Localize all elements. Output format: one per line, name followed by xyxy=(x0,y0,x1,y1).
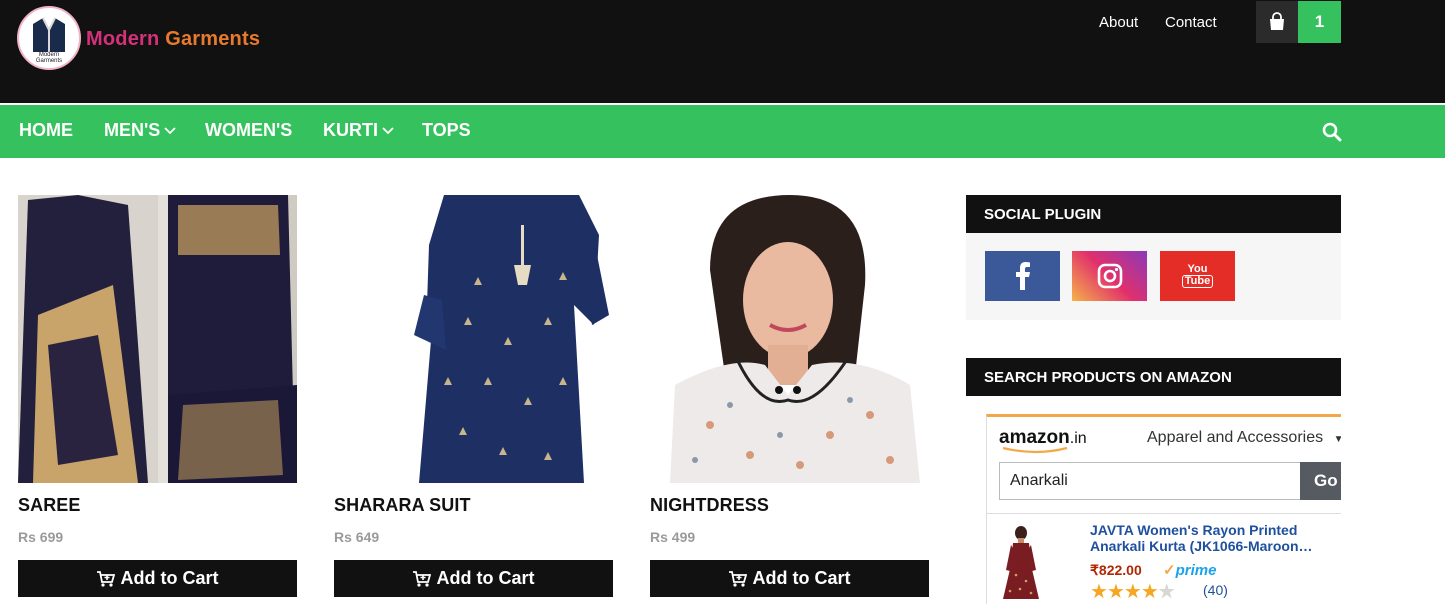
search-icon[interactable] xyxy=(1322,122,1342,142)
social-plugin-title: SOCIAL PLUGIN xyxy=(966,195,1341,233)
contact-link[interactable]: Contact xyxy=(1165,14,1217,31)
prime-badge: ✓prime xyxy=(1163,561,1216,579)
add-to-cart-label: Add to Cart xyxy=(120,568,219,588)
facebook-icon xyxy=(1015,262,1030,290)
product-title[interactable]: NIGHTDRESS xyxy=(650,495,769,516)
youtube-text-top: You xyxy=(1187,263,1208,275)
star-icon: ★ xyxy=(1106,581,1125,603)
cart-plus-icon xyxy=(96,570,115,587)
nav-womens[interactable]: WOMEN'S xyxy=(205,120,292,141)
product-card: NIGHTDRESS Rs 499 Add to Cart xyxy=(650,195,929,597)
chevron-down-icon xyxy=(382,126,394,134)
amazon-logo: amazon.in xyxy=(999,427,1087,454)
shopping-bag-icon xyxy=(1270,12,1284,30)
nav-home[interactable]: HOME xyxy=(19,120,73,141)
product-title[interactable]: SHARARA SUIT xyxy=(334,495,471,516)
youtube-icon: You Tube xyxy=(1181,263,1214,288)
top-header: Modern Garments Modern Garments About Co… xyxy=(0,0,1445,103)
youtube-button[interactable]: You Tube xyxy=(1160,251,1235,301)
amazon-product-image[interactable] xyxy=(1001,525,1041,601)
instagram-icon xyxy=(1097,263,1122,289)
add-to-cart-label: Add to Cart xyxy=(752,568,851,588)
amazon-go-button[interactable]: Go xyxy=(1300,462,1341,500)
amazon-search-input[interactable]: Anarkali xyxy=(999,462,1301,500)
nav-kurti[interactable]: KURTI xyxy=(323,120,394,141)
amazon-search-widget: amazon.in Apparel and Accessories ▼ Anar… xyxy=(986,414,1341,604)
product-price: Rs 649 xyxy=(334,529,380,545)
divider xyxy=(987,513,1341,514)
prime-label: prime xyxy=(1175,562,1217,579)
rating-stars: ★★★★★ xyxy=(1090,579,1176,604)
amazon-category-value: Apparel and Accessories xyxy=(1147,429,1324,446)
brand-logo[interactable]: Modern Garments xyxy=(17,6,81,70)
chevron-down-icon xyxy=(164,126,176,134)
cart-count-badge[interactable]: 1 xyxy=(1298,1,1341,43)
instagram-button[interactable] xyxy=(1072,251,1147,301)
amazon-search-title: SEARCH PRODUCTS ON AMAZON xyxy=(966,358,1341,396)
add-to-cart-button[interactable]: Add to Cart xyxy=(334,560,613,597)
main-nav: HOME MEN'S WOMEN'S KURTI TOPS xyxy=(0,105,1445,158)
nav-mens[interactable]: MEN'S xyxy=(104,120,176,141)
add-to-cart-button[interactable]: Add to Cart xyxy=(18,560,297,597)
about-link[interactable]: About xyxy=(1099,14,1138,31)
nav-label: MEN'S xyxy=(104,120,161,140)
product-price: Rs 699 xyxy=(18,529,64,545)
amazon-logo-text: amazon xyxy=(999,427,1070,448)
add-to-cart-label: Add to Cart xyxy=(436,568,535,588)
amazon-smile-icon xyxy=(1002,446,1068,454)
nav-label: TOPS xyxy=(422,120,471,140)
youtube-text-bottom: Tube xyxy=(1181,275,1214,288)
brand-name-part1: Modern xyxy=(86,28,166,50)
dropdown-arrow-icon: ▼ xyxy=(1334,434,1341,445)
amazon-product-price: ₹822.00 xyxy=(1090,562,1142,578)
star-icon: ★ xyxy=(1090,581,1108,603)
nav-label: HOME xyxy=(19,120,73,140)
star-icon: ★ xyxy=(1123,581,1142,603)
prime-check-icon: ✓ xyxy=(1163,562,1176,579)
cart-plus-icon xyxy=(412,570,431,587)
product-image-saree[interactable] xyxy=(18,195,297,483)
cart-button[interactable] xyxy=(1256,1,1298,43)
product-title[interactable]: SAREE xyxy=(18,495,81,516)
nav-label: KURTI xyxy=(323,120,378,140)
social-plugin: You Tube xyxy=(966,233,1341,320)
product-card: SAREE Rs 699 Add to Cart xyxy=(18,195,297,597)
nav-label: WOMEN'S xyxy=(205,120,293,140)
brand-name[interactable]: Modern Garments xyxy=(86,28,260,51)
star-icon: ★ xyxy=(1140,581,1159,603)
amazon-category-select[interactable]: Apparel and Accessories ▼ xyxy=(1147,429,1341,447)
product-image-nightdress[interactable] xyxy=(650,195,929,483)
cart-plus-icon xyxy=(728,570,747,587)
review-count[interactable]: (40) xyxy=(1203,582,1228,598)
amazon-product-title[interactable]: JAVTA Women's Rayon Printed Anarkali Kur… xyxy=(1090,522,1335,554)
star-half-icon: ★ xyxy=(1157,581,1176,603)
product-image-sharara-suit[interactable] xyxy=(334,195,613,483)
brand-name-part2: Garments xyxy=(165,28,261,50)
product-card: SHARARA SUIT Rs 649 Add to Cart xyxy=(334,195,613,597)
add-to-cart-button[interactable]: Add to Cart xyxy=(650,560,929,597)
product-price: Rs 499 xyxy=(650,529,696,545)
amazon-logo-suffix: .in xyxy=(1069,430,1087,447)
nav-tops[interactable]: TOPS xyxy=(422,120,471,141)
facebook-button[interactable] xyxy=(985,251,1060,301)
logo-badge-text: Modern Garments xyxy=(35,52,63,64)
